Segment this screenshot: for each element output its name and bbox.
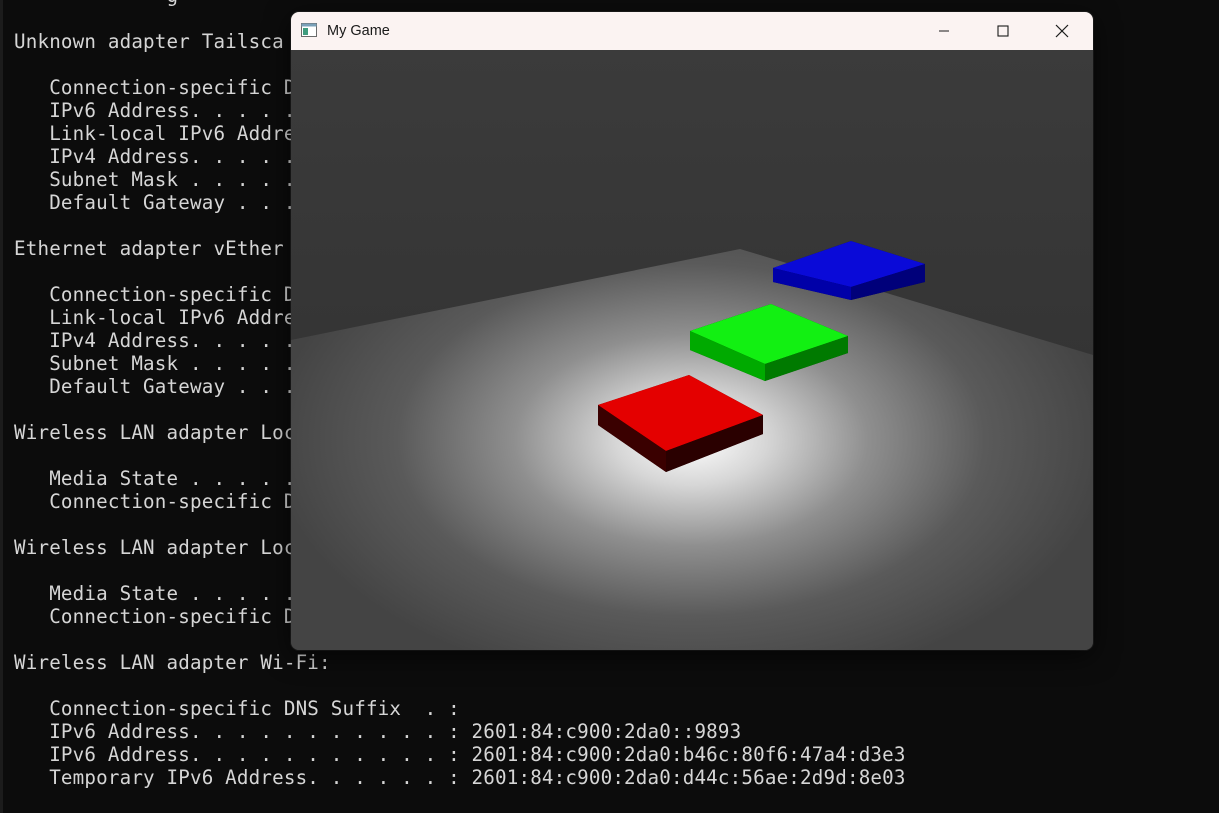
terminal-line: Subnet Mask . . . . . <box>14 168 296 191</box>
terminal-line: Connection-specific D <box>14 605 296 628</box>
game-viewport[interactable] <box>291 50 1093 650</box>
terminal-line: Subnet Mask . . . . . <box>14 352 296 375</box>
terminal-line: IPv6 Address. . . . . . . . . . . : 2601… <box>14 743 906 766</box>
terminal-line: Wireless LAN adapter Wi-Fi: <box>14 651 331 674</box>
maximize-icon <box>997 25 1009 37</box>
terminal-line: Wireless LAN adapter Loc <box>14 536 296 559</box>
app-window-icon <box>301 23 317 37</box>
title-bar[interactable]: My Game <box>291 12 1093 50</box>
terminal-line: Connection-specific DNS Suffix . : <box>14 697 460 720</box>
terminal-line: IPv6 Address. . . . . <box>14 99 296 122</box>
minimize-button[interactable] <box>915 12 973 50</box>
terminal-line: Connection-specific D <box>14 490 296 513</box>
terminal-line: Default Gateway . . . <box>14 191 296 214</box>
terminal-line: Wireless LAN adapter Loc <box>14 421 296 444</box>
game-window[interactable]: My Game <box>291 12 1093 650</box>
close-button[interactable] <box>1033 12 1091 50</box>
window-title: My Game <box>327 23 390 39</box>
terminal-line: IPv4 Address. . . . . <box>14 145 296 168</box>
terminal-line: Connection-specific D <box>14 283 296 306</box>
terminal-line: Media State . . . . . <box>14 467 296 490</box>
terminal-line: Temporary IPv6 Address. . . . . . : 2601… <box>14 766 906 789</box>
minimize-icon <box>939 30 949 32</box>
terminal-line: Link-local IPv6 Addre <box>14 306 296 329</box>
terminal-line: g <box>14 0 179 7</box>
terminal-line: Link-local IPv6 Addre <box>14 122 296 145</box>
terminal-line: Media State . . . . . <box>14 582 296 605</box>
terminal-line: IPv4 Address. . . . . <box>14 329 296 352</box>
terminal-line: Connection-specific D <box>14 76 296 99</box>
terminal-line: Default Gateway . . . <box>14 375 296 398</box>
close-icon <box>1055 24 1069 38</box>
terminal-line: IPv6 Address. . . . . . . . . . . : 2601… <box>14 720 742 743</box>
terminal-edge <box>0 0 3 813</box>
terminal-line: Ethernet adapter vEther <box>14 237 284 260</box>
terminal-line: Unknown adapter Tailsca <box>14 30 284 53</box>
maximize-button[interactable] <box>974 12 1032 50</box>
